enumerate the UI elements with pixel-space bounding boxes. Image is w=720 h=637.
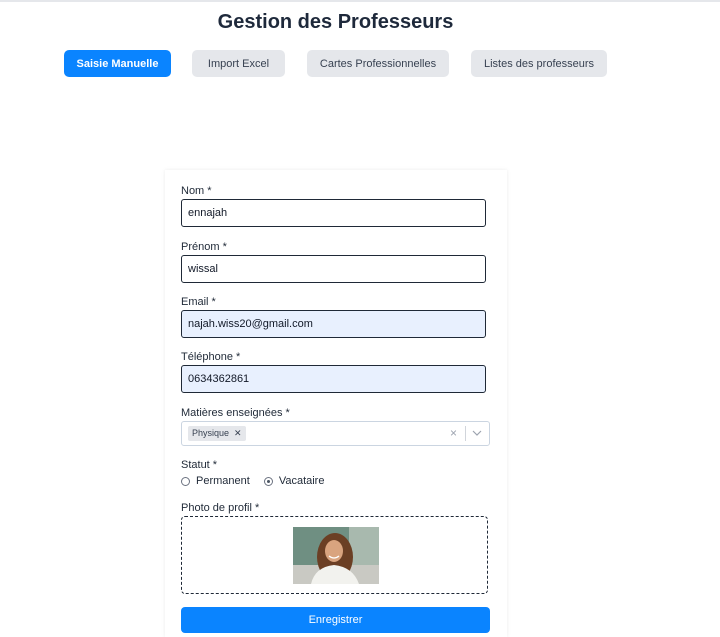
tab-cartes-professionnelles[interactable]: Cartes Professionnelles (307, 50, 449, 77)
radio-vacataire[interactable] (263, 476, 273, 486)
prenom-input[interactable] (181, 255, 486, 283)
tab-listes-professeurs[interactable]: Listes des professeurs (471, 50, 607, 77)
save-button[interactable]: Enregistrer (181, 607, 490, 633)
nom-label: Nom * (181, 185, 212, 197)
matiere-chip-label: Physique (192, 428, 230, 438)
statut-label: Statut * (181, 459, 218, 471)
matiere-chip: Physique ✕ (188, 426, 246, 441)
profile-photo (293, 527, 379, 584)
telephone-label: Téléphone * (181, 351, 241, 363)
tab-saisie-manuelle[interactable]: Saisie Manuelle (64, 50, 171, 77)
chevron-down-icon[interactable] (472, 428, 482, 438)
email-label: Email * (181, 296, 216, 308)
nom-input[interactable] (181, 199, 486, 227)
matieres-select[interactable]: Physique ✕ × (181, 421, 490, 446)
radio-permanent[interactable] (181, 476, 190, 486)
top-border (0, 0, 720, 2)
radio-vacataire-label: Vacataire (278, 475, 325, 487)
statut-options: Permanent Vacataire (181, 475, 324, 487)
page-title: Gestion des Professeurs (217, 11, 454, 33)
close-icon[interactable]: ✕ (234, 426, 242, 441)
prenom-label: Prénom * (181, 241, 227, 253)
tab-import-excel[interactable]: Import Excel (192, 50, 285, 77)
select-separator (465, 426, 466, 441)
clear-icon[interactable]: × (450, 426, 457, 440)
photo-dropzone[interactable] (181, 516, 488, 594)
radio-permanent-label: Permanent (196, 475, 250, 487)
telephone-input[interactable] (181, 365, 486, 393)
matieres-label: Matières enseignées * (181, 407, 290, 419)
email-input[interactable] (181, 310, 486, 338)
photo-label: Photo de profil * (181, 502, 260, 514)
